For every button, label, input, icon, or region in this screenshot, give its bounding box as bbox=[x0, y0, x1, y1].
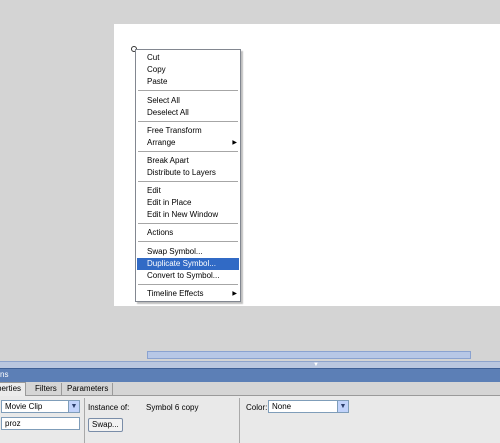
menu-item-label: Paste bbox=[147, 77, 168, 86]
instance-name-value: proz bbox=[5, 419, 21, 428]
divider bbox=[84, 398, 85, 443]
properties-panel: Movie Clip ▼ proz Instance of: Symbol 6 … bbox=[0, 396, 500, 443]
submenu-arrow-icon: ▶ bbox=[232, 291, 237, 297]
swap-button-label: Swap... bbox=[92, 420, 119, 429]
color-select[interactable]: None ▼ bbox=[268, 400, 349, 413]
divider bbox=[239, 398, 240, 443]
workspace bbox=[0, 0, 500, 350]
menu-item-label: Convert to Symbol... bbox=[147, 271, 220, 280]
menu-item-label: Actions bbox=[147, 228, 174, 237]
menu-item-cut[interactable]: Cut bbox=[136, 52, 240, 64]
panel-title: ns bbox=[0, 370, 9, 379]
dropdown-arrow-icon[interactable]: ▼ bbox=[68, 401, 79, 412]
tab-parameters[interactable]: Parameters bbox=[63, 383, 114, 395]
menu-separator bbox=[138, 181, 238, 182]
instance-of-value: Symbol 6 copy bbox=[146, 403, 199, 412]
menu-item-swap-symbol[interactable]: Swap Symbol... bbox=[136, 246, 240, 258]
menu-item-duplicate-symbol[interactable]: Duplicate Symbol... bbox=[137, 258, 239, 270]
menu-separator bbox=[138, 241, 238, 242]
menu-item-label: Break Apart bbox=[147, 156, 189, 165]
menu-item-label: Timeline Effects bbox=[147, 289, 204, 298]
panel-title-bar[interactable]: ns bbox=[0, 368, 500, 382]
menu-item-break-apart[interactable]: Break Apart bbox=[136, 155, 240, 167]
menu-item-paste[interactable]: Paste bbox=[136, 76, 240, 88]
instance-of-label: Instance of: bbox=[88, 403, 130, 412]
menu-item-actions[interactable]: Actions bbox=[136, 227, 240, 239]
menu-item-deselect-all[interactable]: Deselect All bbox=[136, 107, 240, 119]
color-label: Color: bbox=[246, 403, 268, 412]
dropdown-arrow-icon[interactable]: ▼ bbox=[337, 401, 348, 412]
menu-item-label: Swap Symbol... bbox=[147, 247, 203, 256]
menu-item-label: Duplicate Symbol... bbox=[147, 259, 216, 268]
swap-button[interactable]: Swap... bbox=[88, 418, 123, 432]
menu-item-free-transform[interactable]: Free Transform bbox=[136, 125, 240, 137]
menu-item-copy[interactable]: Copy bbox=[136, 64, 240, 76]
menu-separator bbox=[138, 90, 238, 91]
menu-item-timeline-effects[interactable]: Timeline Effects ▶ bbox=[136, 288, 240, 300]
panel-collapse-bar[interactable]: ▼ bbox=[0, 361, 500, 368]
tab-label: perties bbox=[0, 384, 22, 393]
menu-separator bbox=[138, 223, 238, 224]
menu-item-label: Edit bbox=[147, 186, 161, 195]
tab-filters[interactable]: Filters bbox=[31, 383, 62, 395]
symbol-type-select[interactable]: Movie Clip ▼ bbox=[1, 400, 80, 413]
menu-item-select-all[interactable]: Select All bbox=[136, 95, 240, 107]
menu-separator bbox=[138, 284, 238, 285]
menu-item-label: Free Transform bbox=[147, 126, 202, 135]
context-menu: Cut Copy Paste Select All Deselect All F… bbox=[135, 49, 241, 302]
tab-label: Filters bbox=[35, 384, 57, 393]
menu-separator bbox=[138, 151, 238, 152]
menu-item-convert-to-symbol[interactable]: Convert to Symbol... bbox=[136, 270, 240, 282]
tab-properties[interactable]: perties bbox=[0, 382, 27, 396]
menu-item-label: Cut bbox=[147, 53, 160, 62]
horizontal-scrollbar[interactable] bbox=[0, 350, 500, 361]
menu-item-label: Distribute to Layers bbox=[147, 168, 216, 177]
menu-item-label: Edit in Place bbox=[147, 198, 192, 207]
tab-label: Parameters bbox=[67, 384, 109, 393]
symbol-type-value: Movie Clip bbox=[5, 402, 43, 411]
menu-item-distribute-to-layers[interactable]: Distribute to Layers bbox=[136, 167, 240, 179]
instance-name-input[interactable]: proz bbox=[1, 417, 80, 430]
panel-tabs: perties Filters Parameters bbox=[0, 382, 500, 396]
menu-item-edit-in-place[interactable]: Edit in Place bbox=[136, 197, 240, 209]
submenu-arrow-icon: ▶ bbox=[232, 140, 237, 146]
scrollbar-thumb[interactable] bbox=[147, 351, 471, 359]
menu-item-edit-in-new-window[interactable]: Edit in New Window bbox=[136, 209, 240, 221]
menu-item-label: Select All bbox=[147, 96, 180, 105]
menu-item-label: Arrange bbox=[147, 138, 176, 147]
menu-item-label: Copy bbox=[147, 65, 166, 74]
menu-item-label: Deselect All bbox=[147, 108, 189, 117]
menu-item-label: Edit in New Window bbox=[147, 210, 219, 219]
menu-separator bbox=[138, 121, 238, 122]
menu-item-edit[interactable]: Edit bbox=[136, 185, 240, 197]
menu-item-arrange[interactable]: Arrange ▶ bbox=[136, 137, 240, 149]
color-value: None bbox=[272, 402, 292, 411]
